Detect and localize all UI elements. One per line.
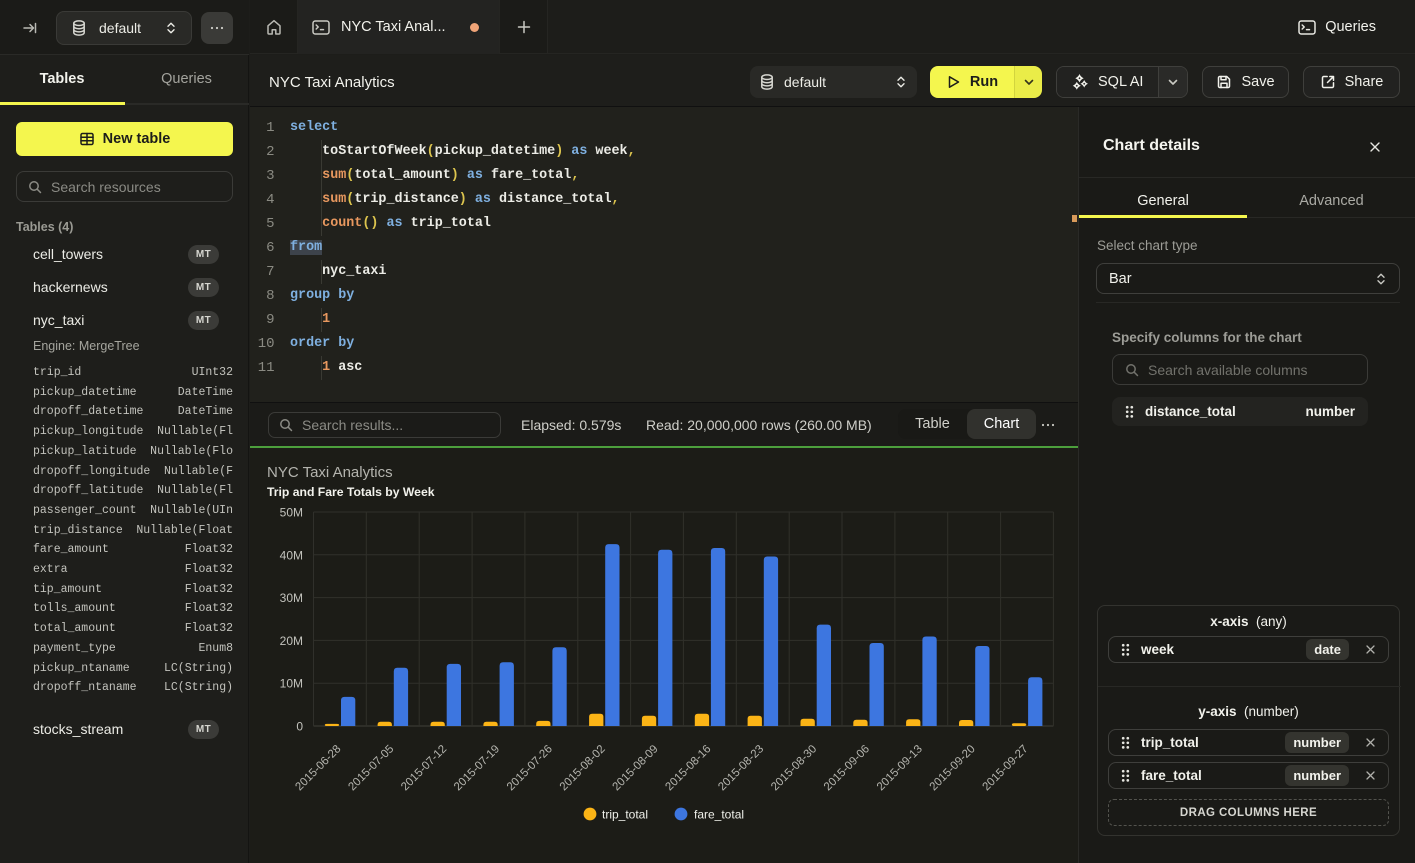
svg-text:40M: 40M: [280, 548, 303, 562]
svg-text:2015-09-13: 2015-09-13: [875, 743, 925, 793]
svg-text:2015-09-27: 2015-09-27: [981, 743, 1031, 793]
svg-text:fare_total: fare_total: [694, 808, 744, 822]
svg-text:2015-07-05: 2015-07-05: [346, 743, 396, 793]
svg-text:2015-07-19: 2015-07-19: [452, 743, 502, 793]
svg-text:2015-08-09: 2015-08-09: [611, 743, 661, 793]
svg-text:NYC Taxi Analytics: NYC Taxi Analytics: [267, 464, 393, 481]
svg-text:2015-08-16: 2015-08-16: [663, 743, 713, 793]
svg-text:2015-09-06: 2015-09-06: [822, 743, 872, 793]
svg-text:30M: 30M: [280, 591, 303, 605]
svg-text:2015-06-28: 2015-06-28: [293, 743, 343, 793]
svg-text:2015-07-26: 2015-07-26: [505, 743, 555, 793]
svg-text:Trip and Fare Totals by Week: Trip and Fare Totals by Week: [267, 485, 435, 499]
svg-text:50M: 50M: [280, 506, 303, 520]
svg-text:20M: 20M: [280, 634, 303, 648]
svg-text:0: 0: [296, 720, 303, 734]
svg-text:2015-08-23: 2015-08-23: [716, 743, 766, 793]
svg-text:2015-08-02: 2015-08-02: [558, 743, 608, 793]
svg-text:10M: 10M: [280, 677, 303, 691]
svg-text:2015-07-12: 2015-07-12: [399, 743, 449, 793]
svg-text:2015-08-30: 2015-08-30: [769, 743, 819, 793]
svg-text:trip_total: trip_total: [602, 808, 648, 822]
svg-text:2015-09-20: 2015-09-20: [928, 743, 978, 793]
